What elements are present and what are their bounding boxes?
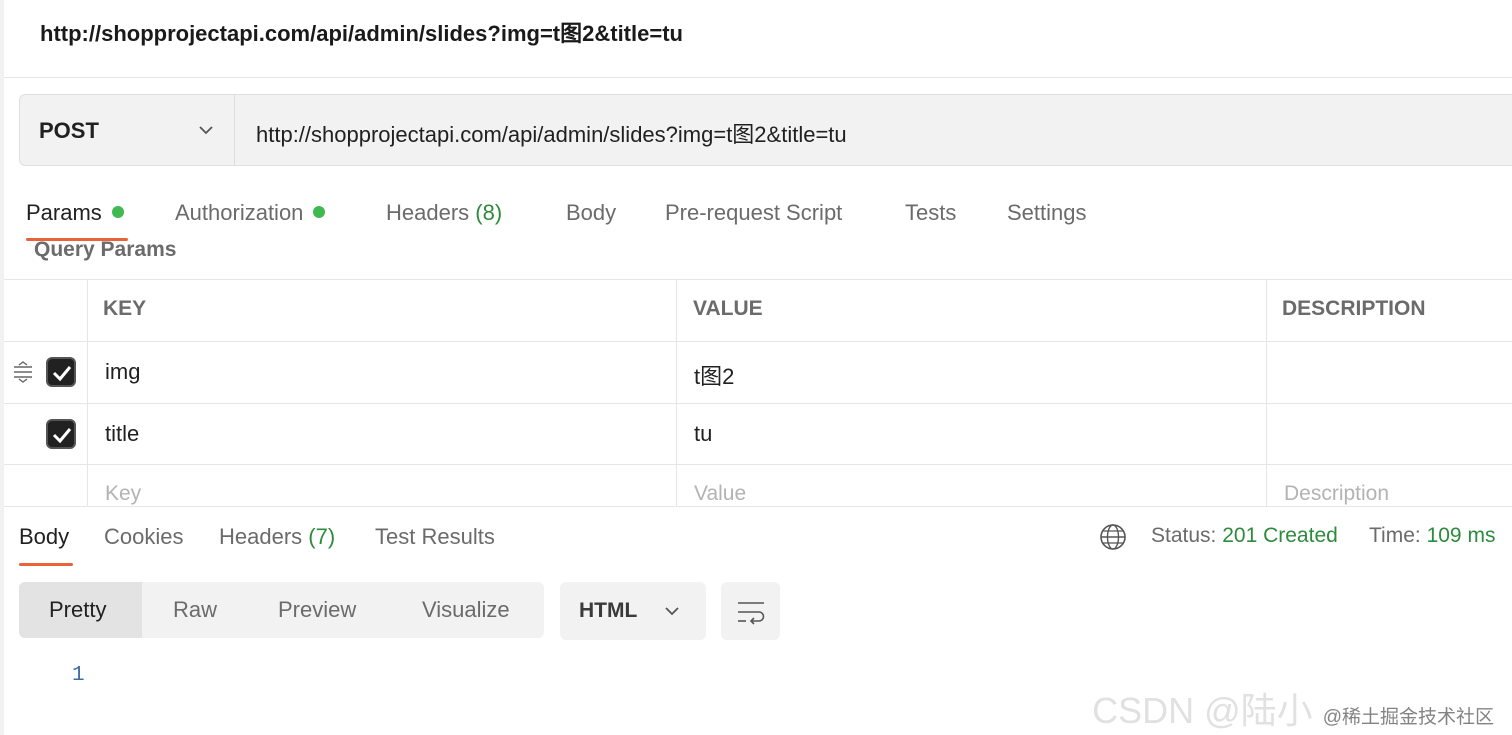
status-dot bbox=[111, 206, 124, 219]
request-title: http://shopprojectapi.com/api/admin/slid… bbox=[40, 21, 683, 46]
headers-count: (8) bbox=[475, 200, 503, 225]
tab-label: Headers bbox=[219, 524, 303, 549]
watermark: CSDN @陆小 @稀土掘金技术社区 bbox=[1092, 682, 1494, 734]
drag-handle-icon[interactable] bbox=[12, 361, 34, 383]
param-value[interactable]: tu bbox=[694, 421, 712, 447]
url-input[interactable]: http://shopprojectapi.com/api/admin/slid… bbox=[256, 117, 847, 149]
response-tab-headers[interactable]: Headers (7) bbox=[219, 524, 335, 550]
tab-authorization[interactable]: Authorization bbox=[175, 200, 326, 226]
tab-tests[interactable]: Tests bbox=[905, 200, 956, 226]
column-header-value: VALUE bbox=[693, 297, 763, 320]
response-tab-test-results[interactable]: Test Results bbox=[375, 524, 495, 550]
headers-count: (7) bbox=[308, 524, 336, 549]
time-value: 109 ms bbox=[1426, 524, 1496, 547]
param-value[interactable]: t图2 bbox=[694, 359, 734, 391]
method-select[interactable]: POST bbox=[39, 118, 99, 144]
param-key[interactable]: img bbox=[105, 359, 140, 385]
table-border bbox=[87, 279, 88, 506]
active-tab-indicator bbox=[19, 563, 73, 566]
response-tab-body[interactable]: Body bbox=[19, 524, 69, 550]
chevron-down-icon[interactable] bbox=[196, 120, 216, 140]
table-border bbox=[676, 279, 677, 506]
tab-headers[interactable]: Headers (8) bbox=[386, 200, 502, 226]
tab-settings[interactable]: Settings bbox=[1007, 200, 1087, 226]
chevron-down-icon bbox=[665, 607, 679, 616]
param-key[interactable]: title bbox=[105, 421, 139, 447]
key-input-placeholder[interactable]: Key bbox=[105, 482, 141, 506]
divider bbox=[4, 506, 1512, 507]
tab-body[interactable]: Body bbox=[566, 200, 616, 226]
view-preview[interactable]: Preview bbox=[278, 597, 356, 623]
table-border bbox=[1266, 279, 1267, 506]
description-input-placeholder[interactable]: Description bbox=[1284, 482, 1389, 506]
view-pretty[interactable]: Pretty bbox=[49, 597, 106, 623]
tab-params[interactable]: Params bbox=[26, 200, 124, 226]
check-icon bbox=[52, 428, 72, 444]
time-label: Time: bbox=[1369, 524, 1421, 547]
status: Status: 201 Created bbox=[1151, 524, 1338, 548]
divider bbox=[234, 95, 235, 165]
query-params-label: Query Params bbox=[34, 238, 177, 261]
tab-label: Headers bbox=[386, 200, 470, 225]
status-label: Status: bbox=[1151, 524, 1217, 547]
row-checkbox[interactable] bbox=[46, 419, 76, 449]
format-label: HTML bbox=[579, 599, 638, 622]
column-header-key: KEY bbox=[103, 297, 147, 320]
column-header-description: DESCRIPTION bbox=[1282, 297, 1426, 320]
line-number: 1 bbox=[72, 664, 85, 687]
row-checkbox[interactable] bbox=[46, 357, 76, 387]
view-raw[interactable]: Raw bbox=[173, 597, 217, 623]
watermark-small: @稀土掘金技术社区 bbox=[1322, 707, 1494, 728]
left-edge bbox=[0, 0, 4, 735]
view-visualize[interactable]: Visualize bbox=[422, 597, 510, 623]
value-input-placeholder[interactable]: Value bbox=[694, 482, 746, 506]
globe-icon[interactable] bbox=[1099, 523, 1127, 551]
check-icon bbox=[52, 366, 72, 382]
tab-prerequest-script[interactable]: Pre-request Script bbox=[665, 200, 842, 226]
table-border bbox=[4, 341, 1512, 342]
response-tab-cookies[interactable]: Cookies bbox=[104, 524, 183, 550]
watermark-main: CSDN @陆小 bbox=[1092, 690, 1313, 731]
status-dot bbox=[313, 206, 326, 219]
table-border bbox=[4, 464, 1512, 465]
status-value: 201 Created bbox=[1222, 524, 1338, 547]
wrap-lines-icon bbox=[738, 602, 765, 625]
response-time: Time: 109 ms bbox=[1369, 524, 1495, 548]
table-border bbox=[4, 403, 1512, 404]
table-border bbox=[4, 279, 1512, 280]
tab-label: Params bbox=[26, 200, 102, 225]
tab-label: Authorization bbox=[175, 200, 304, 225]
divider bbox=[4, 77, 1512, 78]
